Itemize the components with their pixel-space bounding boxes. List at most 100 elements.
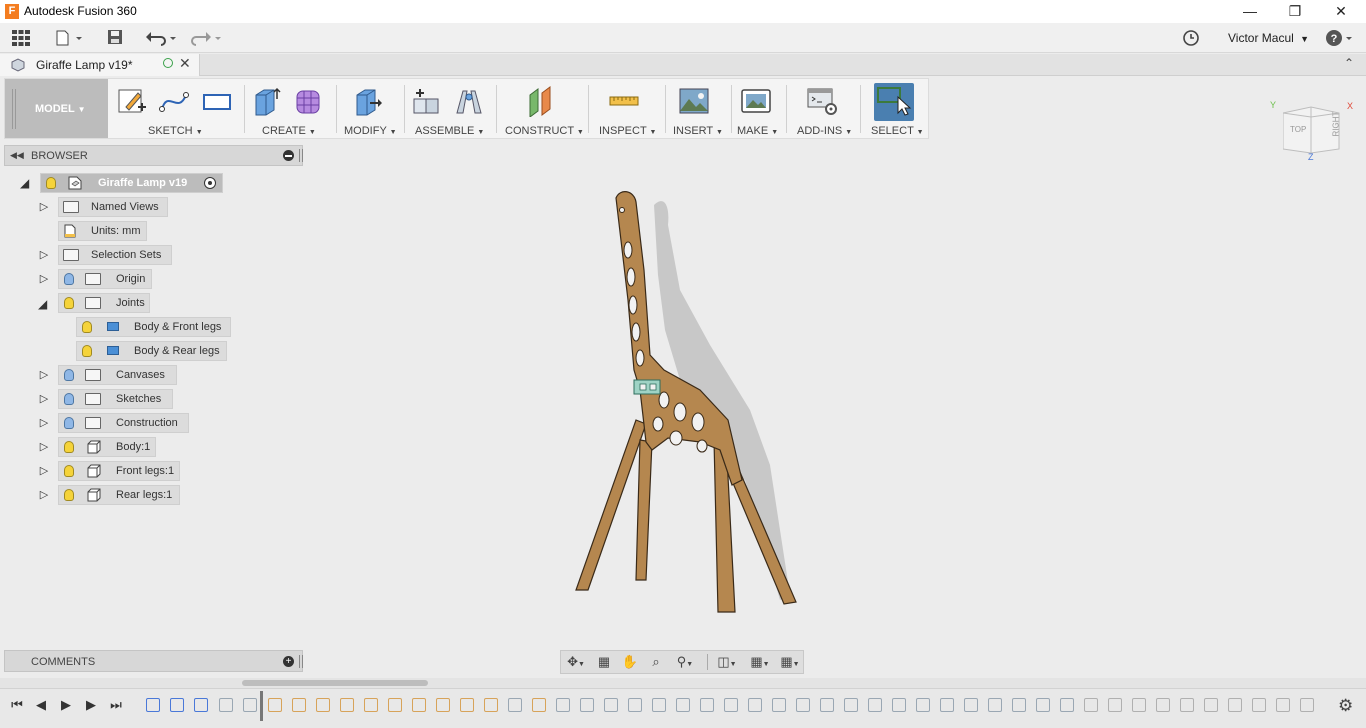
browser-item-selection-sets[interactable]: Selection Sets [58, 245, 172, 265]
user-account-menu[interactable]: Victor Macul ▼ [1228, 31, 1309, 45]
create-menu[interactable]: CREATE ▼ [262, 125, 316, 137]
timeline-feature-joint-icon[interactable] [1228, 698, 1242, 712]
timeline-feature-extrude-icon[interactable] [892, 698, 906, 712]
timeline-feature-canvas-icon[interactable] [508, 698, 522, 712]
create-sketch-icon[interactable] [116, 85, 148, 117]
timeline-feature-extrude-icon[interactable] [844, 698, 858, 712]
viewports-icon[interactable]: ▦▼ [776, 654, 804, 670]
workspace-switcher[interactable]: MODEL ▼ [5, 79, 108, 138]
grid-settings-icon[interactable]: ▦▼ [746, 654, 774, 670]
browser-header[interactable]: ◀◀ BROWSER [4, 145, 303, 166]
activate-component-icon[interactable] [204, 177, 216, 189]
visibility-bulb-icon[interactable] [64, 417, 74, 429]
timeline-feature-extrude-icon[interactable] [700, 698, 714, 712]
visibility-bulb-icon[interactable] [64, 489, 74, 501]
giraffe-lamp-model[interactable] [560, 180, 820, 620]
form-icon[interactable] [293, 85, 325, 117]
timeline-feature-extrude-icon[interactable] [868, 698, 882, 712]
fit-zoom-icon[interactable]: ⚲▼ [671, 654, 699, 670]
expand-icon[interactable]: ▷ [38, 392, 50, 406]
joint-icon[interactable] [453, 85, 485, 117]
view-cube[interactable]: TOP RIGHT [1282, 105, 1341, 155]
document-tab[interactable]: Giraffe Lamp v19* ✕ [0, 54, 200, 76]
browser-item-body[interactable]: Body:1 [58, 437, 156, 457]
orbit-icon[interactable]: ✥▼ [563, 654, 589, 670]
look-at-icon[interactable]: ▦ [594, 654, 614, 670]
expand-icon[interactable]: ▷ [38, 272, 50, 286]
insert-image-icon[interactable] [678, 85, 710, 117]
timeline-feature-joint-icon[interactable] [1156, 698, 1170, 712]
browser-item-origin[interactable]: Origin [58, 269, 152, 289]
browser-item-construction[interactable]: Construction [58, 413, 189, 433]
timeline-feature-sketch-icon[interactable] [364, 698, 378, 712]
timeline-feature-joint-icon[interactable] [1108, 698, 1122, 712]
timeline-feature-extrude-icon[interactable] [724, 698, 738, 712]
visibility-bulb-icon[interactable] [64, 369, 74, 381]
timeline-feature-extrude-icon[interactable] [820, 698, 834, 712]
data-panel-grid-icon[interactable] [10, 29, 32, 47]
scripts-addins-icon[interactable] [806, 85, 838, 117]
expand-icon[interactable]: ▷ [38, 416, 50, 430]
visibility-bulb-icon[interactable] [64, 465, 74, 477]
collapse-icon[interactable]: ◢ [20, 176, 29, 190]
timeline-feature-extrude-icon[interactable] [580, 698, 594, 712]
expand-icon[interactable]: ▷ [38, 200, 50, 214]
timeline-feature-sketch-icon[interactable] [460, 698, 474, 712]
browser-item-units[interactable]: Units: mm [58, 221, 147, 241]
select-menu[interactable]: SELECT ▼ [871, 125, 924, 137]
add-comment-icon[interactable]: + [283, 656, 294, 667]
insert-menu[interactable]: INSERT ▼ [673, 125, 723, 137]
timeline-feature-sketch-icon[interactable] [316, 698, 330, 712]
timeline-feature-sketch-icon[interactable] [436, 698, 450, 712]
timeline-feature-extrude-icon[interactable] [772, 698, 786, 712]
select-tool-icon[interactable] [874, 83, 914, 121]
collapse-tabs-icon[interactable]: ⌃ [1344, 56, 1354, 70]
panel-grip[interactable] [299, 149, 303, 162]
construct-menu[interactable]: CONSTRUCT ▼ [505, 125, 584, 137]
timeline-feature-extrude-icon[interactable] [748, 698, 762, 712]
browser-item-front-legs[interactable]: Front legs:1 [58, 461, 180, 481]
expand-icon[interactable]: ▷ [38, 464, 50, 478]
joint-marker[interactable] [633, 379, 661, 395]
timeline-play-icon[interactable]: ▶ [57, 697, 75, 713]
undo-icon[interactable] [145, 29, 179, 47]
timeline-feature-sketch-icon[interactable] [484, 698, 498, 712]
view-cube-right-label[interactable]: RIGHT [1332, 107, 1341, 137]
expand-icon[interactable]: ▷ [38, 488, 50, 502]
timeline-feature-icon[interactable] [219, 698, 233, 712]
timeline-feature-sketch-icon[interactable] [412, 698, 426, 712]
help-icon[interactable]: ? [1325, 29, 1355, 47]
timeline-feature-extrude-icon[interactable] [940, 698, 954, 712]
press-pull-icon[interactable] [352, 85, 384, 117]
expand-icon[interactable]: ▷ [38, 368, 50, 382]
timeline-feature-sketch-icon[interactable] [340, 698, 354, 712]
timeline-feature-joint-icon[interactable] [1252, 698, 1266, 712]
timeline-feature-sketch-icon[interactable] [292, 698, 306, 712]
visibility-bulb-icon[interactable] [64, 393, 74, 405]
timeline-feature-extrude-icon[interactable] [652, 698, 666, 712]
save-icon[interactable] [106, 29, 124, 47]
new-component-icon[interactable] [410, 85, 442, 117]
browser-item-joint-rear[interactable]: Body & Rear legs [76, 341, 227, 361]
offset-plane-icon[interactable] [525, 85, 557, 118]
timeline-feature-joint-icon[interactable] [170, 698, 184, 712]
addins-menu[interactable]: ADD-INS ▼ [797, 125, 852, 137]
restore-button[interactable]: ❐ [1272, 0, 1318, 23]
collapse-browser-icon[interactable]: ◀◀ [10, 150, 24, 161]
expand-icon[interactable]: ▷ [38, 248, 50, 262]
timeline-feature-joint-icon[interactable] [1180, 698, 1194, 712]
timeline-start-icon[interactable]: ⏮ [8, 697, 26, 713]
timeline-feature-extrude-icon[interactable] [628, 698, 642, 712]
measure-icon[interactable] [608, 85, 640, 117]
timeline-feature-joint-icon[interactable] [1300, 698, 1314, 712]
timeline-feature-sketch-icon[interactable] [388, 698, 402, 712]
panel-grip[interactable] [299, 655, 303, 668]
spline-icon[interactable] [158, 85, 190, 117]
visibility-bulb-icon[interactable] [82, 345, 92, 357]
timeline-feature-extrude-icon[interactable] [1060, 698, 1074, 712]
rectangle-icon[interactable] [201, 85, 233, 117]
timeline-feature-sketch-icon[interactable] [532, 698, 546, 712]
comments-bar[interactable]: COMMENTS + [4, 650, 303, 672]
timeline-marker[interactable] [260, 691, 263, 721]
render-icon[interactable] [740, 85, 772, 117]
